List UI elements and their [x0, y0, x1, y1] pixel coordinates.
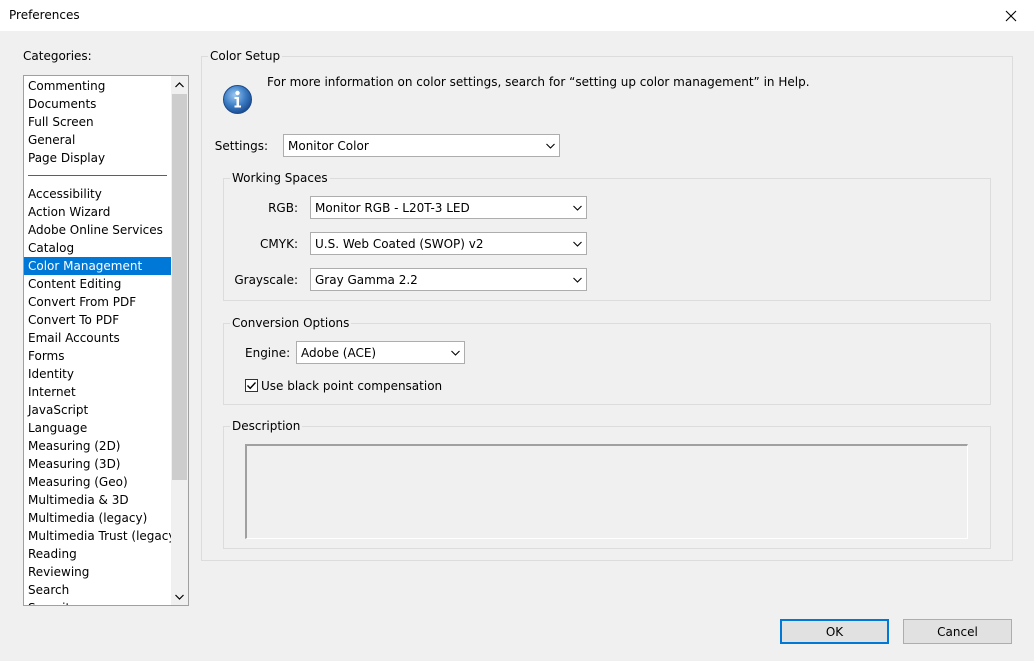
- category-item[interactable]: Multimedia (legacy): [24, 509, 171, 527]
- conversion-options-title: Conversion Options: [230, 316, 352, 330]
- chevron-up-icon: [175, 81, 184, 87]
- chevron-down-icon: [175, 594, 184, 600]
- cmyk-label: CMYK:: [260, 237, 298, 251]
- category-item[interactable]: Measuring (Geo): [24, 473, 171, 491]
- settings-value: Monitor Color: [288, 138, 369, 153]
- categories-scrollbar[interactable]: [171, 76, 188, 605]
- title-bar: Preferences: [0, 0, 1034, 31]
- category-item[interactable]: Multimedia Trust (legacy): [24, 527, 180, 545]
- close-icon: [1005, 10, 1017, 21]
- cmyk-value: U.S. Web Coated (SWOP) v2: [315, 236, 484, 251]
- category-item[interactable]: Reading: [24, 545, 171, 563]
- scroll-thumb[interactable]: [172, 94, 187, 480]
- category-item[interactable]: Measuring (2D): [24, 437, 171, 455]
- category-item[interactable]: Convert To PDF: [24, 311, 171, 329]
- close-button[interactable]: [988, 0, 1034, 31]
- category-item[interactable]: Identity: [24, 365, 171, 383]
- cancel-button[interactable]: Cancel: [903, 619, 1012, 644]
- categories-label: Categories:: [23, 49, 92, 63]
- info-text: For more information on color settings, …: [267, 75, 810, 89]
- category-item[interactable]: Color Management: [24, 257, 171, 275]
- category-item[interactable]: Multimedia & 3D: [24, 491, 171, 509]
- description-title: Description: [230, 419, 303, 433]
- category-item[interactable]: Action Wizard: [24, 203, 171, 221]
- color-setup-title: Color Setup: [208, 49, 283, 63]
- chevron-down-icon: [568, 233, 586, 254]
- category-item[interactable]: Email Accounts: [24, 329, 171, 347]
- category-item[interactable]: Forms: [24, 347, 171, 365]
- category-item[interactable]: Commenting: [24, 77, 171, 95]
- black-point-compensation-checkbox[interactable]: [245, 379, 258, 392]
- info-icon: [222, 84, 253, 115]
- chevron-down-icon: [446, 342, 464, 363]
- settings-select[interactable]: Monitor Color: [283, 134, 560, 157]
- category-item[interactable]: JavaScript: [24, 401, 171, 419]
- engine-select[interactable]: Adobe (ACE): [296, 341, 465, 364]
- category-item[interactable]: Content Editing: [24, 275, 171, 293]
- grayscale-select[interactable]: Gray Gamma 2.2: [310, 268, 587, 291]
- chevron-down-icon: [568, 269, 586, 290]
- category-separator: [24, 167, 171, 185]
- category-item[interactable]: Language: [24, 419, 171, 437]
- cmyk-select[interactable]: U.S. Web Coated (SWOP) v2: [310, 232, 587, 255]
- chevron-down-icon: [541, 135, 559, 156]
- category-item[interactable]: Full Screen: [24, 113, 171, 131]
- working-spaces-title: Working Spaces: [230, 171, 330, 185]
- category-item[interactable]: Reviewing: [24, 563, 171, 581]
- settings-label: Settings:: [214, 139, 268, 153]
- rgb-value: Monitor RGB - L20T-3 LED: [315, 200, 470, 215]
- category-item[interactable]: Adobe Online Services: [24, 221, 171, 239]
- chevron-down-icon: [568, 197, 586, 218]
- category-item[interactable]: General: [24, 131, 171, 149]
- checkmark-icon: [246, 382, 257, 390]
- category-item[interactable]: Measuring (3D): [24, 455, 171, 473]
- category-item[interactable]: Security: [24, 599, 171, 605]
- category-item[interactable]: Accessibility: [24, 185, 171, 203]
- rgb-select[interactable]: Monitor RGB - L20T-3 LED: [310, 196, 587, 219]
- category-item[interactable]: Documents: [24, 95, 171, 113]
- window-title: Preferences: [9, 8, 80, 22]
- category-item[interactable]: Internet: [24, 383, 171, 401]
- scroll-up-button[interactable]: [171, 76, 188, 93]
- scroll-down-button[interactable]: [171, 588, 188, 605]
- categories-list[interactable]: Commenting Documents Full Screen General Pag…: [23, 75, 189, 606]
- category-item[interactable]: Catalog: [24, 239, 171, 257]
- engine-label: Engine:: [245, 346, 291, 360]
- description-text-area: [245, 444, 968, 539]
- grayscale-label: Grayscale:: [234, 273, 298, 287]
- category-item[interactable]: Search: [24, 581, 171, 599]
- categories-items: Commenting Documents Full Screen General Pag…: [24, 77, 180, 605]
- grayscale-value: Gray Gamma 2.2: [315, 272, 418, 287]
- ok-button[interactable]: OK: [780, 619, 889, 644]
- category-item[interactable]: Page Display: [24, 149, 171, 167]
- rgb-label: RGB:: [268, 201, 298, 215]
- black-point-compensation-label[interactable]: Use black point compensation: [261, 379, 442, 393]
- category-item[interactable]: Convert From PDF: [24, 293, 171, 311]
- engine-value: Adobe (ACE): [301, 345, 377, 360]
